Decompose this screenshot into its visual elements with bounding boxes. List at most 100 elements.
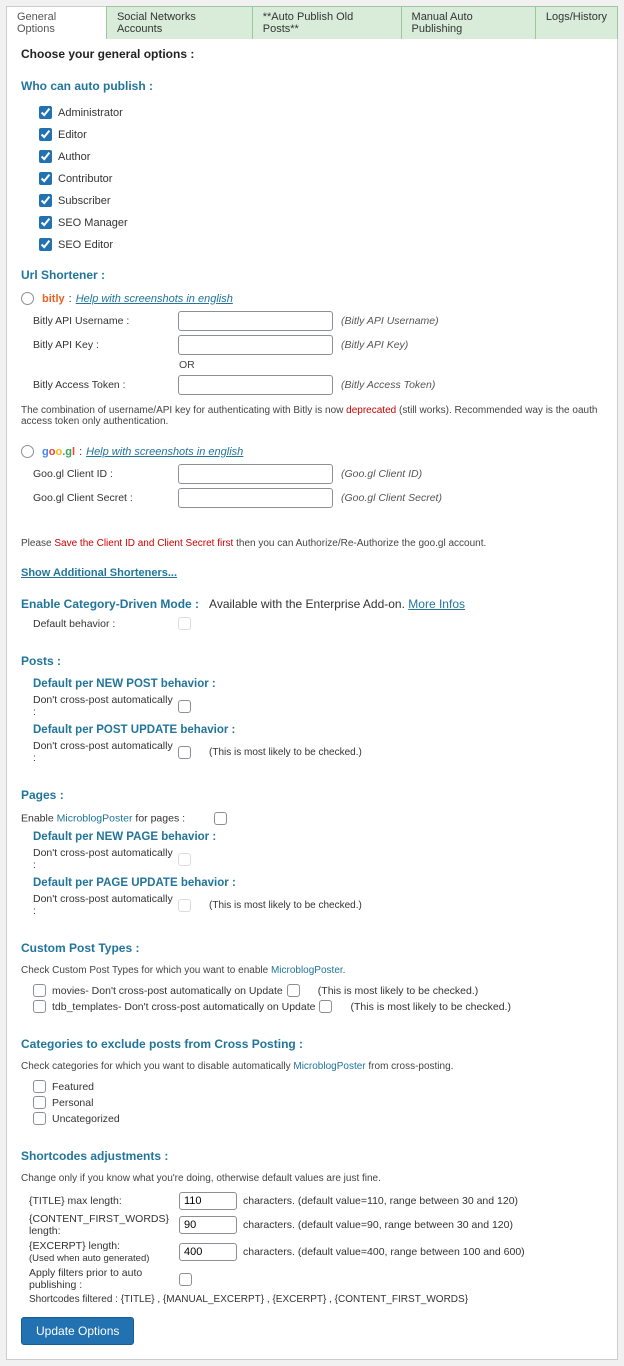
posts-upd-check[interactable] [178,746,191,759]
shortcodes-desc: Change only if you know what you're doin… [21,1173,603,1184]
tab-auto-publish-old[interactable]: **Auto Publish Old Posts** [252,6,402,39]
tab-logs-history[interactable]: Logs/History [535,6,618,39]
category-mode-label: Enable Category-Driven Mode : [21,597,199,611]
sc-title-label: {TITLE} max length: [29,1195,179,1207]
cat-label: Featured [52,1081,94,1093]
bitly-username-input[interactable] [178,311,333,331]
cpt-heading: Custom Post Types : [21,941,603,955]
googl-save-note: Please Save the Client ID and Client Sec… [21,538,603,549]
role-label: Author [58,151,90,163]
bitly-token-input[interactable] [178,375,333,395]
pages-enable-check[interactable] [214,812,227,825]
cpt-tdb-sep: - Don't cross-post automatically on Upda… [118,1001,316,1013]
pages-new-check[interactable] [178,853,191,866]
pages-upd-cb-label: Don't cross-post automatically : [33,893,178,917]
googl-secret-input[interactable] [178,488,333,508]
role-contributor-check[interactable] [39,172,52,185]
cat-label: Personal [52,1097,93,1109]
googl-id-input[interactable] [178,464,333,484]
cpt-tdb-label: tdb_templates [52,1001,118,1013]
cpt-movies-sep: - Don't cross-post automatically on Upda… [85,985,283,997]
sc-cfw-label: {CONTENT_FIRST_WORDS} length: [29,1213,179,1237]
cpt-tdb-check[interactable] [33,1000,46,1013]
bitly-deprecation-note: The combination of username/API key for … [21,405,603,427]
bitly-username-label: Bitly API Username : [33,315,178,327]
pages-new-heading: Default per NEW PAGE behavior : [33,831,603,843]
sc-filtered-list: Shortcodes filtered : {TITLE} , {MANUAL_… [29,1294,603,1305]
sc-excerpt-note: characters. (default value=400, range be… [243,1246,525,1258]
pages-enable-post: for pages : [133,812,186,824]
cpt-tdb-note: (This is most likely to be checked.) [350,1001,510,1013]
googl-radio[interactable] [21,445,34,458]
category-mode-more-link[interactable]: More Infos [408,597,465,611]
cpt-movies-note: (This is most likely to be checked.) [318,985,478,997]
cat-uncategorized-check[interactable] [33,1112,46,1125]
cpt-tdb-upd-check[interactable] [319,1000,332,1013]
googl-help-link[interactable]: Help with screenshots in english [86,446,243,458]
posts-new-cb-label: Don't cross-post automatically : [33,694,178,718]
pages-upd-heading: Default per PAGE UPDATE behavior : [33,877,603,889]
cat-featured-check[interactable] [33,1080,46,1093]
cat-personal-check[interactable] [33,1096,46,1109]
role-seo-editor-check[interactable] [39,238,52,251]
tab-general-options[interactable]: General Options [6,6,107,39]
show-additional-shorteners-link[interactable]: Show Additional Shorteners... [21,567,177,579]
sc-title-note: characters. (default value=110, range be… [243,1195,518,1207]
pages-upd-check[interactable] [178,899,191,912]
sc-filters-check[interactable] [179,1273,192,1286]
googl-id-hint: (Goo.gl Client ID) [341,468,422,480]
posts-new-check[interactable] [178,700,191,713]
role-subscriber-check[interactable] [39,194,52,207]
bitly-token-hint: (Bitly Access Token) [341,379,435,391]
category-mode-avail: Available with the Enterprise Add-on. [209,597,405,611]
pages-new-cb-label: Don't cross-post automatically : [33,847,178,871]
default-behavior-label: Default behavior : [33,618,178,630]
role-label: Contributor [58,173,112,185]
tab-social-networks[interactable]: Social Networks Accounts [106,6,253,39]
categories-desc-pre: Check categories for which you want to d… [21,1061,293,1072]
sc-cfw-input[interactable] [179,1216,237,1234]
role-seo-manager-check[interactable] [39,216,52,229]
bitly-token-label: Bitly Access Token : [33,379,178,391]
update-options-button[interactable]: Update Options [21,1317,134,1345]
bitly-radio[interactable] [21,292,34,305]
tab-manual-auto[interactable]: Manual Auto Publishing [401,6,536,39]
sc-filters-label: Apply filters prior to auto publishing : [29,1267,179,1291]
sc-excerpt-input[interactable] [179,1243,237,1261]
role-author-check[interactable] [39,150,52,163]
googl-secret-label: Goo.gl Client Secret : [33,492,178,504]
role-label: Editor [58,129,87,141]
sc-excerpt-label: {EXCERPT} length: (Used when auto genera… [29,1240,179,1264]
cat-label: Uncategorized [52,1113,120,1125]
cpt-movies-upd-check[interactable] [287,984,300,997]
bitly-brand: bitly [42,293,65,305]
bitly-key-input[interactable] [178,335,333,355]
bitly-or: OR [179,359,603,371]
shortcodes-heading: Shortcodes adjustments : [21,1149,603,1163]
bitly-key-hint: (Bitly API Key) [341,339,408,351]
role-editor-check[interactable] [39,128,52,141]
sc-title-input[interactable] [179,1192,237,1210]
role-label: SEO Manager [58,217,128,229]
posts-heading: Posts : [21,654,603,668]
googl-brand: goo.gl [42,446,75,458]
role-administrator-check[interactable] [39,106,52,119]
cpt-desc-pre: Check Custom Post Types for which you wa… [21,965,271,976]
posts-upd-cb-label: Don't cross-post automatically : [33,740,178,764]
intro-heading: Choose your general options : [21,47,603,61]
bitly-help-link[interactable]: Help with screenshots in english [76,293,233,305]
googl-id-label: Goo.gl Client ID : [33,468,178,480]
cpt-movies-label: movies [52,985,85,997]
bitly-key-label: Bitly API Key : [33,339,178,351]
tab-list: General Options Social Networks Accounts… [6,6,617,39]
sc-cfw-note: characters. (default value=90, range bet… [243,1219,513,1231]
who-can-heading: Who can auto publish : [21,79,603,93]
posts-upd-note: (This is most likely to be checked.) [209,747,362,758]
pages-heading: Pages : [21,788,603,802]
default-behavior-check[interactable] [178,617,191,630]
url-shortener-heading: Url Shortener : [21,268,603,282]
role-label: SEO Editor [58,239,113,251]
googl-secret-hint: (Goo.gl Client Secret) [341,492,442,504]
micro-brand: MicroblogPoster [57,812,133,824]
cpt-movies-check[interactable] [33,984,46,997]
